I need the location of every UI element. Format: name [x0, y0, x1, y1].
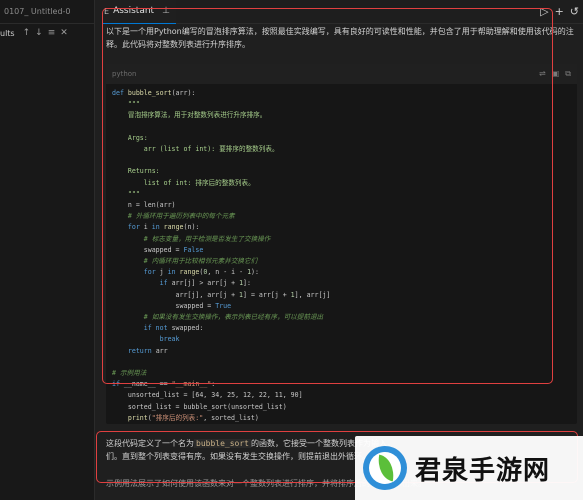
add-icon[interactable]: +	[555, 5, 564, 18]
code-line: for i in range(n):	[127, 223, 200, 232]
results-toolbar: ults ↑ ↓ ≡ ✕	[0, 24, 94, 42]
wrap-icon[interactable]: ⇌	[539, 69, 546, 79]
code-line: print("排序后的列表:", sorted_list)	[127, 413, 259, 422]
code-line: for j in range(0, n - i - 1):	[143, 268, 259, 277]
code-line: return arr	[127, 346, 168, 355]
editor-tab-label: 0107_ Untitled-0	[4, 7, 71, 16]
arrow-up-icon[interactable]: ↑	[23, 28, 31, 38]
editor-tab[interactable]: 0107_ Untitled-0	[0, 0, 94, 24]
code-line: list of int: 排序后的整数列表。	[143, 178, 255, 187]
code-line: sorted_list = bubble_sort(unsorted_list)	[112, 402, 287, 411]
watermark-logo: 君泉手游网	[355, 436, 583, 500]
watermark-text: 君泉手游网	[415, 455, 551, 486]
watermark-emblem-icon	[363, 446, 407, 490]
left-pane: 0107_ Untitled-0 ults ↑ ↓ ≡ ✕	[0, 0, 95, 500]
assistant-panel: E Assistant ⊥ ▷ + ↺ 以下是一个用Python编写的冒泡排序算…	[102, 0, 583, 500]
code-language-label: python	[112, 70, 137, 78]
code-line: # 内循环用于比较相邻元素并交换它们	[143, 257, 258, 266]
code-line: swapped = False	[112, 245, 204, 254]
panel-header: E Assistant ⊥ ▷ + ↺	[102, 0, 583, 24]
results-label: ults	[0, 28, 15, 38]
tab-file-icon: E	[104, 6, 110, 16]
code-line: arr[j], arr[j + 1] = arr[j + 1], arr[j]	[112, 290, 331, 299]
inline-code-term: bubble_sort	[194, 439, 251, 449]
code-line: if arr[j] > arr[j + 1]:	[159, 279, 251, 288]
insert-icon[interactable]: ▣	[552, 69, 560, 79]
code-line: break	[159, 335, 180, 344]
pane-divider[interactable]	[95, 0, 102, 500]
code-line: def bubble_sort(arr):	[112, 89, 196, 97]
code-line: arr (list of int): 要排序的整数列表。	[143, 145, 279, 154]
code-line: # 如果没有发生交换操作，表示列表已经有序，可以提前退出	[143, 313, 324, 322]
explanation-text-1: 这段代码定义了一个名为	[106, 439, 194, 449]
code-line: """	[127, 100, 140, 109]
code-line: # 标志变量，用于检测是否发生了交换操作	[143, 234, 271, 243]
assistant-tab-title: Assistant	[113, 6, 155, 16]
run-icon[interactable]: ▷	[540, 5, 548, 18]
explanation-text-3: 们。直到整个列表变得有序。如果没有发生交换操作，则提前退出外循环。	[106, 452, 370, 462]
panel-actions: ▷ + ↺	[540, 5, 583, 18]
code-line: if not swapped:	[143, 324, 204, 333]
code-line: n = len(arr)	[112, 201, 176, 210]
code-header: python ⇌ ▣ ⧉	[106, 64, 577, 84]
assistant-tab[interactable]: E Assistant ⊥	[102, 0, 176, 24]
intro-paragraph: 以下是一个用Python编写的冒泡排序算法，按照最佳实践编写，具有良好的可读性和…	[106, 27, 574, 49]
code-line: Returns:	[127, 167, 160, 176]
code-line: # 示例用法	[112, 369, 147, 378]
code-line: unsorted_list = [64, 34, 25, 12, 22, 11,…	[112, 391, 303, 400]
pin-icon[interactable]: ⊥	[162, 6, 170, 16]
copy-icon[interactable]: ⧉	[565, 69, 571, 79]
code-content: def bubble_sort(arr): """ 冒泡排序算法，用于对整数列表…	[106, 84, 577, 424]
code-line: Args:	[127, 133, 148, 142]
code-line: # 外循环用于遍历列表中的每个元素	[127, 212, 235, 221]
history-icon[interactable]: ↺	[570, 5, 579, 18]
code-block: python ⇌ ▣ ⧉ def bubble_sort(arr): """ 冒…	[106, 64, 577, 425]
code-line: if __name__ == "__main__":	[112, 380, 216, 389]
assistant-content: 以下是一个用Python编写的冒泡排序算法，按照最佳实践编写，具有良好的可读性和…	[102, 24, 583, 500]
arrow-down-icon[interactable]: ↓	[35, 28, 43, 38]
code-line: """	[127, 189, 140, 198]
code-line: 冒泡排序算法，用于对整数列表进行升序排序。	[127, 111, 267, 120]
list-icon[interactable]: ≡	[48, 28, 56, 38]
code-line: swapped = True	[112, 301, 232, 310]
close-icon[interactable]: ✕	[60, 28, 68, 38]
